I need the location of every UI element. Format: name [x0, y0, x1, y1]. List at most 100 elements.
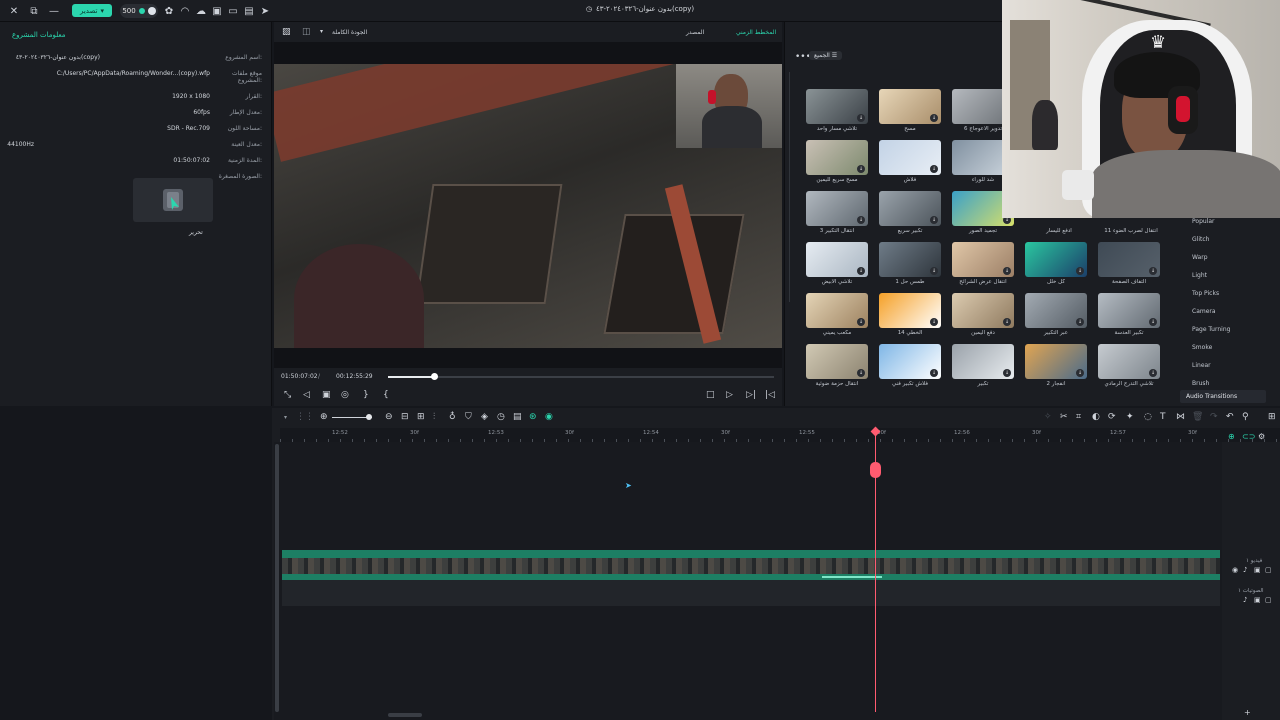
transition-item[interactable]: ↓ تكبير: [952, 344, 1014, 387]
transition-item[interactable]: ↓ تلاشي التدرج الرمادي: [1098, 344, 1160, 387]
filter-all-button[interactable]: الجميع ☰: [809, 51, 843, 60]
track-video-lock-icon[interactable]: ▣: [1254, 566, 1261, 574]
download-icon[interactable]: ↓: [1149, 267, 1157, 275]
gift-icon[interactable]: ✿: [161, 3, 177, 19]
category-item[interactable]: Brush: [1192, 380, 1209, 387]
transition-item[interactable]: ↓ طمس حل 1: [879, 242, 941, 285]
category-item[interactable]: Audio Transitions: [1186, 393, 1237, 400]
download-icon[interactable]: ↓: [857, 267, 865, 275]
download-icon[interactable]: ↓: [1076, 369, 1084, 377]
chevron-down-icon[interactable]: ▾: [320, 28, 323, 35]
transition-item[interactable]: ↓ الخطي 14: [879, 293, 941, 336]
category-item[interactable]: Warp: [1192, 254, 1208, 261]
download-icon[interactable]: ↓: [1149, 318, 1157, 326]
caption-icon[interactable]: ▤: [513, 412, 522, 422]
quality-selector[interactable]: الجودة الكاملة: [332, 29, 367, 36]
download-icon[interactable]: ↓: [1076, 318, 1084, 326]
download-icon[interactable]: ↓: [930, 165, 938, 173]
track-link-icon[interactable]: ⊂⊃: [1242, 432, 1255, 441]
download-icon[interactable]: ↓: [857, 369, 865, 377]
transition-item[interactable]: ↓ انفجار 2: [1025, 344, 1087, 387]
track-audio-camera-icon[interactable]: ▢: [1265, 596, 1272, 604]
transition-item[interactable]: ↓ انتقال حزمة ضوئية: [806, 344, 868, 387]
effects-icon[interactable]: ✦: [1126, 412, 1134, 422]
project-info-tab[interactable]: معلومات المشروع: [12, 31, 66, 39]
tab-source[interactable]: المصدر: [686, 29, 704, 36]
transition-item[interactable]: ↓ عبر التكبير: [1025, 293, 1087, 336]
download-icon[interactable]: ↓: [930, 369, 938, 377]
play-icon[interactable]: ▷: [726, 390, 733, 400]
download-icon[interactable]: ↓: [857, 318, 865, 326]
layout-icon[interactable]: ▭: [225, 3, 241, 19]
save-icon[interactable]: ▣: [209, 3, 225, 19]
tab-timeline[interactable]: المخطط الزمني: [736, 29, 776, 36]
track-audio-lock-icon[interactable]: ▣: [1254, 596, 1261, 604]
volume-icon[interactable]: ◁: [303, 390, 310, 400]
transition-item[interactable]: ↓ انتقال عرض الشرائح: [952, 242, 1014, 285]
category-item[interactable]: Smoke: [1192, 344, 1212, 351]
send-icon[interactable]: ➤: [257, 3, 273, 19]
download-icon[interactable]: ↓: [930, 114, 938, 122]
download-icon[interactable]: ↓: [1003, 318, 1011, 326]
zoom-slider-knob[interactable]: [366, 414, 372, 420]
color-icon[interactable]: ◐: [1092, 412, 1100, 422]
track-video-camera-icon[interactable]: ▢: [1265, 566, 1272, 574]
track-settings-icon[interactable]: ⚙: [1258, 432, 1265, 441]
fullscreen-icon[interactable]: ⤡: [284, 390, 291, 400]
transition-item[interactable]: ↓ دفع اليمين: [952, 293, 1014, 336]
mixer-icon[interactable]: ⫶: [433, 412, 435, 422]
transition-icon[interactable]: ⋈: [1176, 412, 1185, 422]
video-preview[interactable]: [274, 64, 782, 348]
panel-scrollbar[interactable]: [789, 72, 790, 302]
magic-icon[interactable]: ✧: [1044, 412, 1052, 422]
progress-track[interactable]: [388, 376, 774, 378]
ai-icon[interactable]: ◈: [481, 412, 488, 422]
transition-item[interactable]: ↓ تكبير سريع: [879, 191, 941, 234]
link-icon[interactable]: ⊛: [529, 412, 537, 422]
clock-icon[interactable]: ◷: [497, 412, 505, 422]
magnet-icon[interactable]: ⚲: [1242, 412, 1249, 422]
fit-icon[interactable]: ⊟: [401, 412, 409, 422]
close-icon[interactable]: ✕: [6, 3, 22, 19]
category-item[interactable]: Linear: [1192, 362, 1211, 369]
cloud-icon[interactable]: ☁: [193, 3, 209, 19]
download-icon[interactable]: ↓: [930, 267, 938, 275]
timeline-horizontal-scrollbar[interactable]: [388, 713, 422, 717]
zoom-in-icon[interactable]: ⊕: [320, 412, 328, 422]
category-item[interactable]: Camera: [1192, 308, 1216, 315]
transition-item[interactable]: ↓ مسح سريع لليمين: [806, 140, 868, 183]
compare-icon[interactable]: ◫: [302, 27, 311, 37]
transition-item[interactable]: ↓ تلاشي الأبيض: [806, 242, 868, 285]
download-icon[interactable]: ↓: [930, 216, 938, 224]
thumbnail-preview[interactable]: [133, 178, 213, 222]
category-item[interactable]: Page Turning: [1192, 326, 1230, 333]
grid-icon[interactable]: ⊞: [417, 412, 425, 422]
track-video-eye-icon[interactable]: ◉: [1232, 566, 1238, 574]
text-icon[interactable]: T: [1160, 412, 1166, 422]
edit-thumbnail-button[interactable]: تحرير: [189, 229, 203, 236]
drag-handle-icon[interactable]: ⋮⋮: [296, 412, 314, 422]
track-audio-mute-icon[interactable]: ♪: [1243, 596, 1247, 604]
mark-out-icon[interactable]: }: [363, 390, 369, 400]
download-icon[interactable]: ↓: [1076, 267, 1084, 275]
export-button[interactable]: تصدير ▾: [72, 4, 112, 17]
download-icon[interactable]: ↓: [857, 165, 865, 173]
timeline-vertical-scrollbar[interactable]: [275, 444, 279, 712]
zoom-out-icon[interactable]: ⊖: [385, 412, 393, 422]
transition-item[interactable]: ↓ التفاف الصفحة: [1098, 242, 1160, 285]
track-add-icon[interactable]: ⊕: [1228, 432, 1235, 441]
headset-icon[interactable]: ◠: [177, 3, 193, 19]
undo-icon[interactable]: ↶: [1226, 412, 1234, 422]
transition-item[interactable]: ↓ انتقال التكبير 3: [806, 191, 868, 234]
category-item[interactable]: Top Picks: [1192, 290, 1219, 297]
ai-mate-icon[interactable]: ◉: [545, 412, 553, 422]
delete-icon[interactable]: 🗑: [1192, 412, 1203, 422]
category-item[interactable]: Popular: [1192, 218, 1215, 225]
sticker-icon[interactable]: ◌: [1144, 412, 1152, 422]
download-icon[interactable]: ↓: [857, 114, 865, 122]
mark-in-icon[interactable]: {: [383, 390, 389, 400]
track-video-mute-icon[interactable]: ♪: [1243, 566, 1247, 574]
audio-track[interactable]: [282, 580, 1220, 606]
transition-item[interactable]: ↓ تلاشي مسار واحد: [806, 89, 868, 132]
image-icon[interactable]: ▨: [282, 27, 291, 37]
